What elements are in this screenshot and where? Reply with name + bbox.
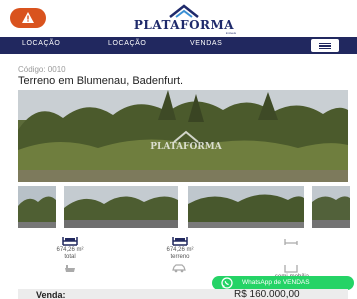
thumb-image [18, 186, 56, 228]
logo-text: PLATAFORMA [133, 18, 235, 32]
area-total-label: total [64, 254, 76, 260]
main-nav: LOCAÇÃO LOCAÇÃO VENDAS [0, 37, 357, 54]
gallery-thumb[interactable] [18, 186, 56, 228]
hamburger-icon [319, 42, 331, 44]
menu-toggle-button[interactable] [311, 39, 339, 52]
watermark-text: PLATAFORMA [150, 142, 222, 152]
hamburger-icon [319, 47, 331, 49]
hamburger-icon [319, 45, 331, 47]
whatsapp-sales-button[interactable]: WhatsApp de VENDAS [212, 276, 354, 290]
listing-title: Terreno em Blumenau, Badenfurt. [18, 75, 184, 87]
area-icon [172, 237, 188, 246]
main-photo[interactable]: PLATAFORMA [18, 90, 348, 182]
whatsapp-icon [221, 277, 233, 289]
gallery-thumb[interactable] [188, 186, 304, 228]
photo-watermark: PLATAFORMA [136, 130, 236, 156]
thumb-image [64, 186, 178, 228]
bath-icon [65, 265, 75, 272]
bed-icon [284, 239, 298, 245]
alert-button[interactable] [10, 8, 46, 28]
area-icon [62, 237, 78, 246]
area-land-value: 674,26 m² [166, 247, 194, 253]
furnished-icon [284, 265, 298, 273]
site-header: PLATAFORMA imóveis [0, 0, 357, 37]
thumb-image [312, 186, 350, 228]
nav-item-locacao-1[interactable]: LOCAÇÃO [22, 40, 60, 47]
nav-item-vendas[interactable]: VENDAS [190, 40, 222, 47]
logo-roof-icon [169, 4, 199, 18]
price-label: Venda: [36, 290, 66, 299]
whatsapp-label: WhatsApp de VENDAS [242, 279, 310, 286]
nav-item-locacao-2[interactable]: LOCAÇÃO [108, 40, 146, 47]
logo-subtext: imóveis [225, 31, 236, 35]
price-bar: Venda: R$ 160.000,00 [18, 289, 348, 299]
area-total-value: 674,26 m² [56, 247, 84, 253]
car-icon [172, 264, 186, 273]
gallery-thumb[interactable] [312, 186, 350, 228]
gallery-thumb[interactable] [64, 186, 178, 228]
price-value: R$ 160.000,00 [234, 289, 300, 299]
listing-code: Código: 0010 [18, 65, 66, 74]
thumb-image [188, 186, 304, 228]
area-land-label: terreno [170, 254, 190, 260]
site-logo[interactable]: PLATAFORMA imóveis [128, 4, 240, 35]
warning-icon [22, 12, 34, 23]
